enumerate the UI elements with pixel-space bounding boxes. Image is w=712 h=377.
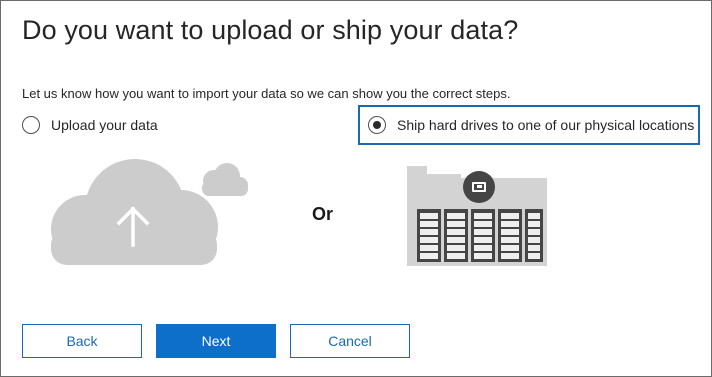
ship-option[interactable]: Ship hard drives to one of our physical …: [358, 105, 700, 145]
ship-option-label: Ship hard drives to one of our physical …: [397, 117, 695, 133]
next-button[interactable]: Next: [156, 324, 276, 358]
cloud-upload-icon: [51, 159, 248, 265]
dialog-title: Do you want to upload or ship your data?: [22, 15, 519, 45]
or-separator: Or: [312, 204, 334, 224]
back-button[interactable]: Back: [22, 324, 142, 358]
upload-radio-button[interactable]: [22, 116, 40, 134]
server-rack-icon: [407, 166, 547, 266]
upload-option-label: Upload your data: [51, 117, 158, 133]
ship-radio-button[interactable]: [368, 116, 386, 134]
dialog-subtitle: Let us know how you want to import your …: [22, 86, 511, 101]
upload-option[interactable]: Upload your data: [22, 115, 158, 135]
import-dialog: Do you want to upload or ship your data?…: [0, 0, 712, 377]
cancel-button[interactable]: Cancel: [290, 324, 410, 358]
